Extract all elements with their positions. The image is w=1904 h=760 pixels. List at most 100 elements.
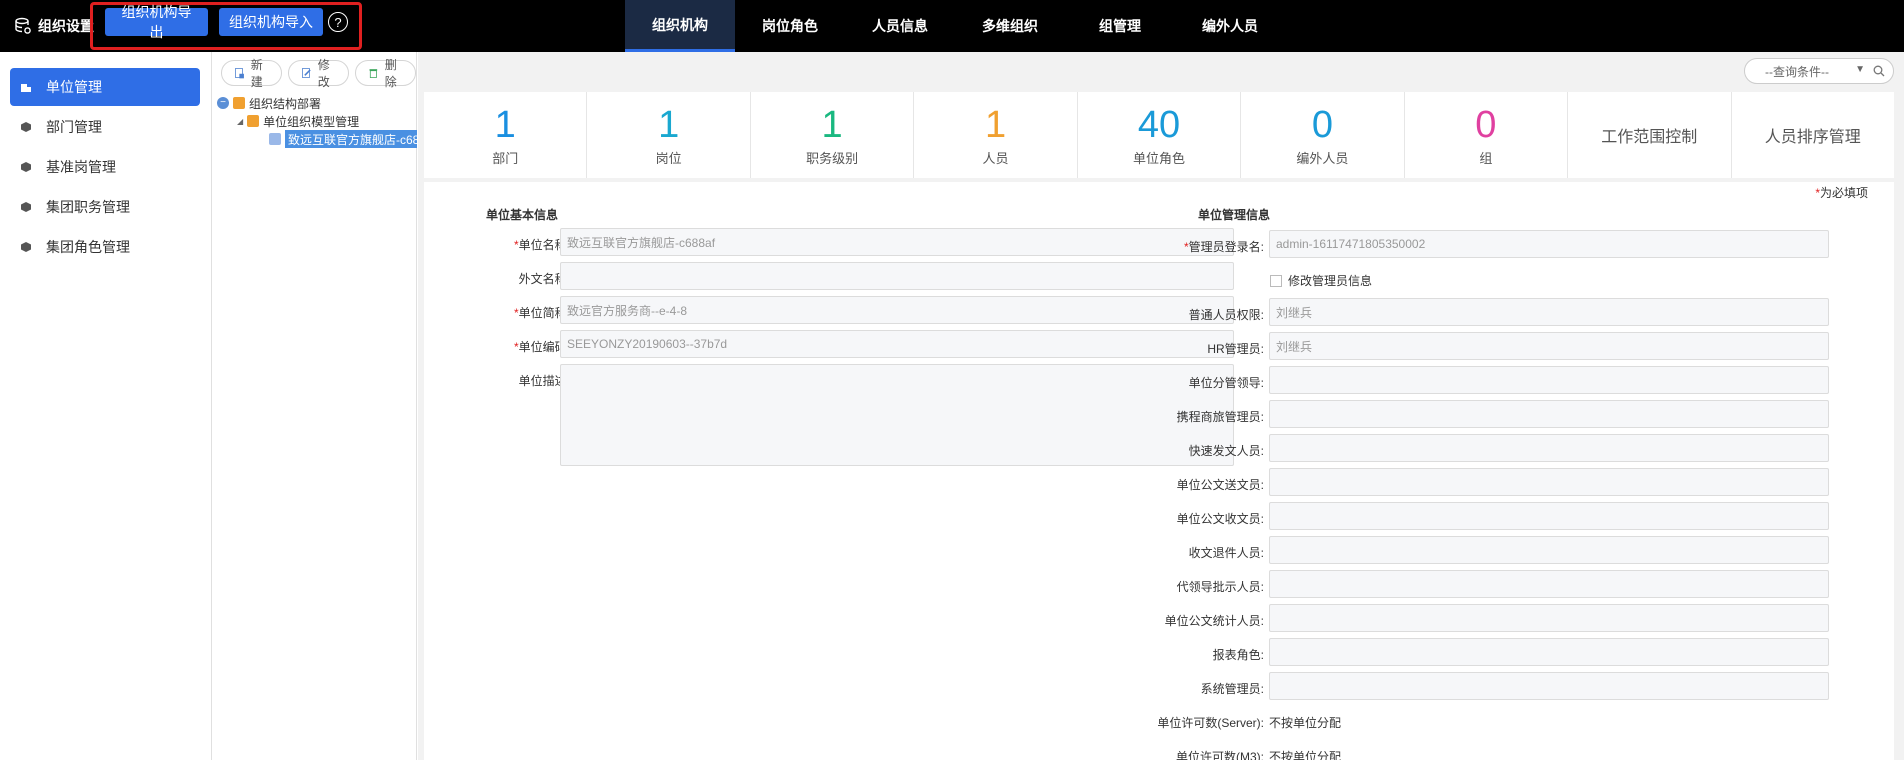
return-handler-field[interactable] — [1269, 536, 1829, 564]
stat-link-label: 人员排序管理 — [1764, 129, 1861, 146]
tree-node-selected-unit[interactable]: 致远互联官方旗舰店-c688af — [217, 130, 417, 148]
sidebar-item-base-post-management[interactable]: 基准岗管理 — [10, 148, 200, 186]
stat-value: 1 — [658, 103, 680, 146]
stat-label: 部门 — [492, 150, 519, 166]
basic-info-title: 单位基本信息 — [486, 208, 559, 222]
stat-value: 1 — [494, 103, 516, 146]
stat-label: 人员 — [982, 150, 1009, 166]
tab-multi-dimension-org[interactable]: 多维组织 — [955, 0, 1065, 52]
unit-node-icon — [269, 133, 281, 145]
stat-departments[interactable]: 1 部门 — [424, 92, 588, 178]
search-icon[interactable] — [1873, 65, 1885, 77]
new-document-icon — [235, 68, 244, 79]
sidebar-item-label: 基准岗管理 — [46, 159, 116, 175]
doc-sender-field[interactable] — [1269, 468, 1829, 496]
org-node-icon — [247, 115, 260, 127]
app-title-text: 组织设置 — [38, 18, 94, 34]
tree-node-label: 致远互联官方旗舰店-c688af — [285, 130, 417, 148]
manage-field-label: 单位公文统计人员: — [1164, 614, 1264, 628]
admin-login-label: *管理员登录名: — [1183, 240, 1264, 254]
manage-field-label: 快速发文人员: — [1188, 444, 1264, 458]
delete-button[interactable]: 删除 — [355, 58, 416, 89]
edit-button-label: 修改 — [317, 58, 330, 89]
manage-field-label: 报表角色: — [1212, 648, 1264, 662]
stat-groups[interactable]: 0 组 — [1405, 92, 1569, 178]
cube-icon — [21, 242, 31, 252]
modify-admin-checkbox[interactable]: 修改管理员信息 — [1270, 272, 1372, 289]
stat-label: 组 — [1479, 150, 1493, 166]
hr-admin-field[interactable]: 刘继兵 — [1269, 332, 1829, 360]
sidebar-item-department-management[interactable]: 部门管理 — [10, 108, 200, 146]
help-icon[interactable]: ? — [328, 12, 348, 32]
manage-field-label: HR管理员: — [1207, 342, 1264, 356]
org-export-button[interactable]: 组织机构导出 — [105, 4, 208, 40]
manage-field-label: 携程商旅管理员: — [1176, 410, 1264, 424]
license-m3-label: 单位许可数(M3): — [1176, 750, 1264, 760]
stat-posts[interactable]: 1 岗位 — [587, 92, 751, 178]
unit-leader-field[interactable] — [1269, 366, 1829, 394]
ctrip-admin-field[interactable] — [1269, 400, 1829, 428]
stat-duty-levels[interactable]: 1 职务级别 — [751, 92, 915, 178]
manage-field-label: 系统管理员: — [1200, 682, 1264, 696]
unit-code-label: *单位编码: — [513, 340, 570, 354]
tree-node-model[interactable]: ◢ 单位组织模型管理 — [217, 112, 417, 130]
personnel-sort-management-link[interactable]: 人员排序管理 — [1732, 92, 1894, 178]
org-tree: − 组织结构部署 ◢ 单位组织模型管理 致远互联官方旗舰店-c688af — [217, 94, 417, 148]
expand-arrow-icon[interactable]: ◢ — [237, 117, 243, 126]
foreign-name-field[interactable] — [560, 262, 1234, 290]
tree-node-root[interactable]: − 组织结构部署 — [217, 94, 417, 112]
doc-receiver-field[interactable] — [1269, 502, 1829, 530]
quick-dispatch-field[interactable] — [1269, 434, 1829, 462]
trash-icon — [369, 69, 378, 78]
search-condition-select[interactable]: --查询条件-- ▼ — [1744, 58, 1894, 84]
unit-desc-label: 单位描述: — [518, 374, 570, 388]
stat-personnel[interactable]: 1 人员 — [914, 92, 1078, 178]
collapse-icon[interactable]: − — [217, 97, 229, 109]
chevron-down-icon: ▼ — [1855, 64, 1865, 75]
normal-staff-permission-field[interactable]: 刘继兵 — [1269, 298, 1829, 326]
delete-button-label: 删除 — [384, 58, 397, 89]
license-m3-value: 不按单位分配 — [1269, 750, 1342, 760]
stat-value: 1 — [821, 103, 843, 146]
toolbar: 新建 修改 删除 — [221, 58, 416, 89]
sidebar-item-group-duty-management[interactable]: 集团职务管理 — [10, 188, 200, 226]
stat-external-personnel[interactable]: 0 编外人员 — [1241, 92, 1405, 178]
new-button[interactable]: 新建 — [221, 58, 282, 89]
report-role-field[interactable] — [1269, 638, 1829, 666]
modify-admin-label: 修改管理员信息 — [1288, 274, 1373, 288]
tab-personnel-info[interactable]: 人员信息 — [845, 0, 955, 52]
manage-field-label: 普通人员权限: — [1188, 308, 1264, 322]
sidebar-item-label: 集团职务管理 — [46, 199, 130, 215]
new-button-label: 新建 — [250, 58, 263, 89]
tab-group-management[interactable]: 组管理 — [1065, 0, 1175, 52]
work-scope-control-link[interactable]: 工作范围控制 — [1568, 92, 1732, 178]
proxy-leader-field[interactable] — [1269, 570, 1829, 598]
stats-bar: 1 部门 1 岗位 1 职务级别 1 人员 40 单位角色 0 编外人员 0 组… — [424, 92, 1894, 178]
edit-button[interactable]: 修改 — [288, 58, 349, 89]
unit-form: *为必填项 单位基本信息 *单位名称: 致远互联官方旗舰店-c688af 外文名… — [424, 182, 1894, 760]
admin-login-field[interactable]: admin-16117471805350002 — [1269, 230, 1829, 258]
checkbox-icon[interactable] — [1270, 274, 1282, 287]
sidebar-item-group-role-management[interactable]: 集团角色管理 — [10, 228, 200, 266]
sidebar-item-unit-management[interactable]: 单位管理 — [10, 68, 200, 106]
manage-field-label: 代领导批示人员: — [1176, 580, 1264, 594]
stat-value: 1 — [984, 103, 1007, 146]
stat-label: 岗位 — [655, 150, 682, 166]
tab-post-roles[interactable]: 岗位角色 — [735, 0, 845, 52]
doc-statistics-field[interactable] — [1269, 604, 1829, 632]
foreign-name-label: 外文名称: — [518, 272, 570, 286]
tab-external-personnel[interactable]: 编外人员 — [1175, 0, 1285, 52]
building-icon — [21, 84, 31, 92]
tab-org-structure[interactable]: 组织机构 — [625, 0, 735, 52]
stat-value: 40 — [1137, 103, 1181, 146]
unit-name-field[interactable]: 致远互联官方旗舰店-c688af — [560, 228, 1234, 256]
database-settings-icon — [15, 17, 31, 34]
manage-field-label: 单位分管领导: — [1188, 376, 1264, 390]
manage-field-label: 单位公文收文员: — [1176, 512, 1264, 526]
stat-unit-roles[interactable]: 40 单位角色 — [1078, 92, 1242, 178]
required-note: *为必填项 — [1815, 186, 1868, 200]
cube-icon — [21, 162, 31, 172]
org-import-button[interactable]: 组织机构导入 — [219, 8, 323, 36]
unit-short-name-label: *单位简称: — [513, 306, 570, 320]
system-admin-field[interactable] — [1269, 672, 1829, 700]
